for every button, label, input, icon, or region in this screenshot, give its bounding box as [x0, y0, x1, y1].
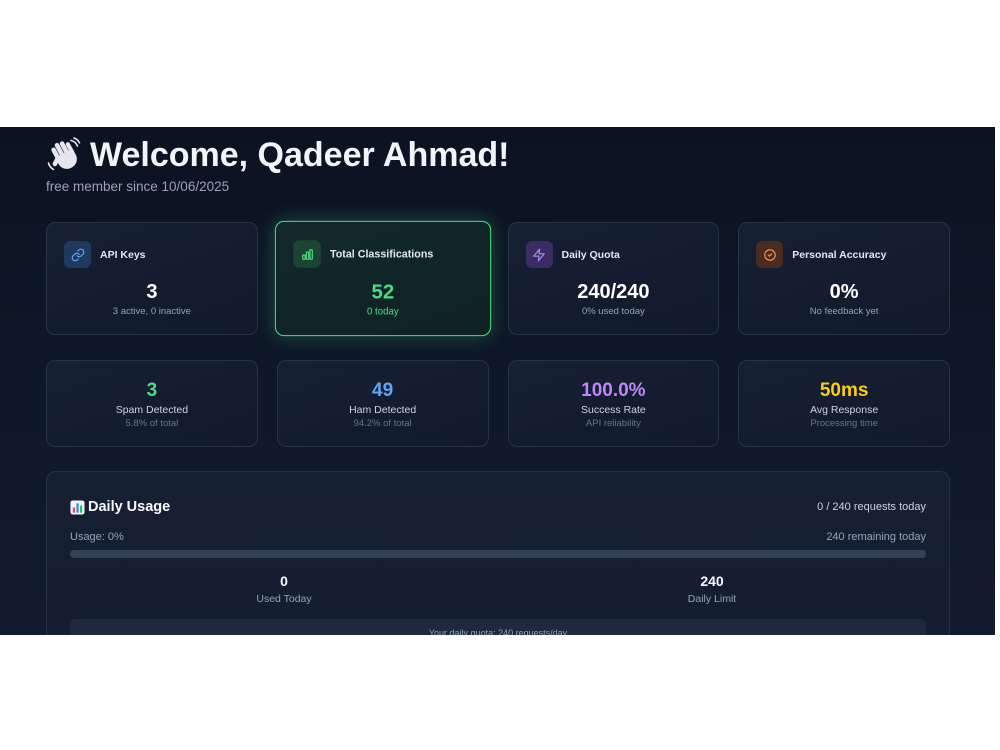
stat-card-api-keys[interactable]: API Keys 3 3 active, 0 inactive — [46, 222, 258, 335]
requests-today-summary: 0 / 240 requests today — [817, 501, 926, 513]
metric-card-ham-detected: 49 Ham Detected 94.2% of total — [276, 360, 489, 447]
usage-stats: 0 Used Today 240 Daily Limit — [70, 572, 926, 606]
page-title: Welcome, Qadeer Ahmad! — [90, 136, 510, 174]
stat-card-daily-quota[interactable]: Daily Quota 240/240 0% used today — [507, 222, 720, 335]
stat-card-value: 0% — [829, 281, 859, 303]
daily-usage-heading: Daily Usage — [70, 497, 170, 517]
stat-card-value: 52 — [371, 281, 394, 304]
metric-label: Success Rate — [580, 404, 646, 416]
stat-card-value: 240/240 — [577, 281, 650, 303]
metric-value: 3 — [146, 380, 158, 401]
metric-value: 50ms — [819, 380, 869, 401]
waving-hand-icon — [46, 137, 82, 173]
stat-card-subtext: 0 today — [366, 306, 399, 318]
metric-subtext: API reliability — [585, 418, 641, 429]
metric-subtext: 94.2% of total — [353, 418, 412, 429]
daily-limit-label: Daily Limit — [687, 593, 737, 605]
usage-percent-label: Usage: 0% — [70, 531, 124, 543]
metric-card-spam-detected: 3 Spam Detected 5.8% of total — [46, 360, 258, 447]
used-today-label: Used Today — [256, 593, 312, 605]
metric-cards: 3 Spam Detected 5.8% of total 49 Ham Det… — [46, 360, 950, 447]
daily-limit-value: 240 — [700, 573, 724, 589]
metric-subtext: Processing time — [810, 418, 878, 429]
welcome-header: Welcome, Qadeer Ahmad! — [46, 136, 509, 174]
stat-card-label: Personal Accuracy — [792, 249, 887, 261]
stat-card-total-classifications[interactable]: Total Classifications 52 0 today — [274, 220, 491, 337]
dashboard-viewport: Welcome, Qadeer Ahmad! free member since… — [0, 127, 995, 635]
link-icon — [64, 241, 91, 268]
used-today-value: 0 — [280, 573, 288, 589]
bar-chart-emoji-icon — [70, 499, 85, 515]
remaining-today-label: 240 remaining today — [826, 531, 926, 543]
stat-card-label: Daily Quota — [561, 249, 620, 261]
stat-cards: API Keys 3 3 active, 0 inactive Total Cl… — [46, 220, 950, 337]
stat-card-personal-accuracy[interactable]: Personal Accuracy 0% No feedback yet — [738, 222, 950, 335]
stat-card-subtext: 0% used today — [581, 306, 645, 317]
stat-card-subtext: 3 active, 0 inactive — [112, 306, 191, 317]
metric-label: Spam Detected — [115, 404, 189, 416]
metric-card-success-rate: 100.0% Success Rate API reliability — [507, 360, 720, 447]
metric-value: 49 — [372, 380, 394, 401]
metric-label: Ham Detected — [349, 404, 417, 416]
daily-quota-text: Your daily quota: 240 requests/day — [428, 628, 568, 635]
metric-subtext: 5.8% of total — [125, 418, 179, 429]
check-circle-icon — [756, 241, 784, 268]
stat-card-label: API Keys — [100, 249, 146, 261]
lightning-icon — [525, 241, 553, 268]
usage-progress-bar — [70, 550, 926, 558]
daily-usage-panel: Daily Usage 0 / 240 requests today Usage… — [46, 471, 950, 635]
daily-quota-note: Your daily quota: 240 requests/day — [70, 619, 926, 635]
daily-usage-title: Daily Usage — [88, 499, 171, 515]
bar-chart-icon — [292, 240, 321, 268]
membership-subtitle: free member since 10/06/2025 — [46, 179, 230, 194]
stat-card-subtext: No feedback yet — [809, 306, 879, 317]
metric-value: 100.0% — [581, 380, 646, 401]
daily-limit-stat: 240 Daily Limit — [498, 572, 926, 606]
stat-card-label: Total Classifications — [329, 248, 434, 261]
used-today-stat: 0 Used Today — [70, 572, 498, 606]
metric-card-avg-response: 50ms Avg Response Processing time — [738, 360, 950, 447]
stat-card-value: 3 — [146, 281, 158, 303]
metric-label: Avg Response — [810, 404, 879, 416]
